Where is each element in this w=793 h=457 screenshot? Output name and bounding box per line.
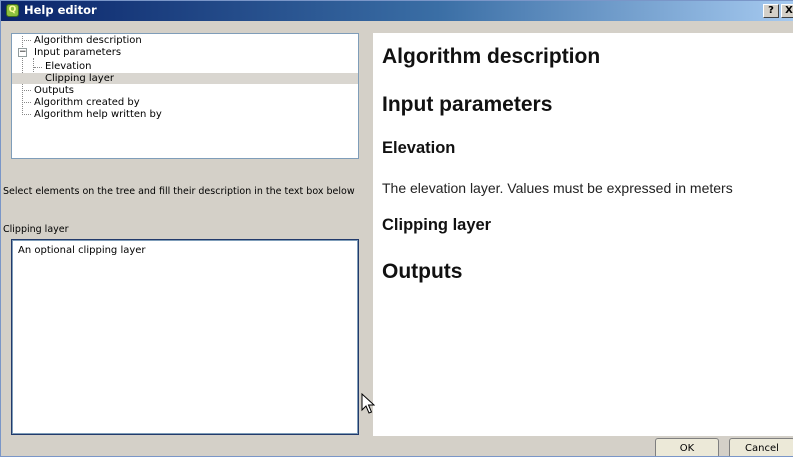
tree-item-label: Input parameters — [34, 47, 122, 58]
description-text-box[interactable] — [11, 239, 359, 435]
cancel-button[interactable]: Cancel — [729, 438, 793, 456]
preview-heading-input-parameters: Input parameters — [382, 93, 553, 116]
help-preview: Algorithm description Input parameters E… — [373, 33, 793, 436]
tree-item-elevation[interactable]: Elevation — [12, 61, 358, 72]
tree-item-outputs[interactable]: Outputs — [12, 85, 358, 96]
help-editor-dialog: Q Help editor ? X Algorithm description … — [0, 0, 793, 457]
collapse-icon[interactable]: − — [18, 48, 27, 57]
tree-item-label: Algorithm help written by — [34, 109, 162, 120]
tree-item-label: Elevation — [45, 61, 92, 72]
tree-item-algorithm-created-by[interactable]: Algorithm created by — [12, 97, 358, 108]
instruction-text: Select elements on the tree and fill the… — [3, 186, 355, 197]
qgis-icon: Q — [6, 4, 19, 17]
tree-item-input-parameters[interactable]: Input parameters — [12, 47, 358, 58]
tree-item-label: Clipping layer — [45, 73, 114, 84]
ok-button[interactable]: OK — [655, 438, 719, 456]
tree-item-algorithm-help-written-by[interactable]: Algorithm help written by — [12, 109, 358, 120]
help-button[interactable]: ? — [763, 4, 779, 18]
tree-item-label: Algorithm created by — [34, 97, 140, 108]
tree-item-label: Outputs — [34, 85, 74, 96]
preview-heading-outputs: Outputs — [382, 260, 463, 283]
preview-heading-clipping-layer: Clipping layer — [382, 216, 492, 234]
tree-item-label: Algorithm description — [34, 35, 142, 46]
window-title: Help editor — [24, 3, 97, 17]
tree-item-algorithm-description[interactable]: Algorithm description — [12, 35, 358, 46]
tree-item-clipping-layer[interactable]: Clipping layer — [12, 73, 358, 84]
preview-text-elevation: The elevation layer. Values must be expr… — [382, 180, 733, 196]
close-button[interactable]: X — [781, 4, 793, 18]
description-field-label: Clipping layer — [3, 224, 69, 235]
title-bar[interactable]: Q Help editor ? X — [1, 1, 793, 21]
element-tree[interactable]: Algorithm description Input parameters −… — [11, 33, 359, 159]
preview-heading-elevation: Elevation — [382, 139, 456, 157]
mouse-pointer-icon — [361, 393, 375, 414]
preview-heading-algorithm-description: Algorithm description — [382, 45, 601, 68]
